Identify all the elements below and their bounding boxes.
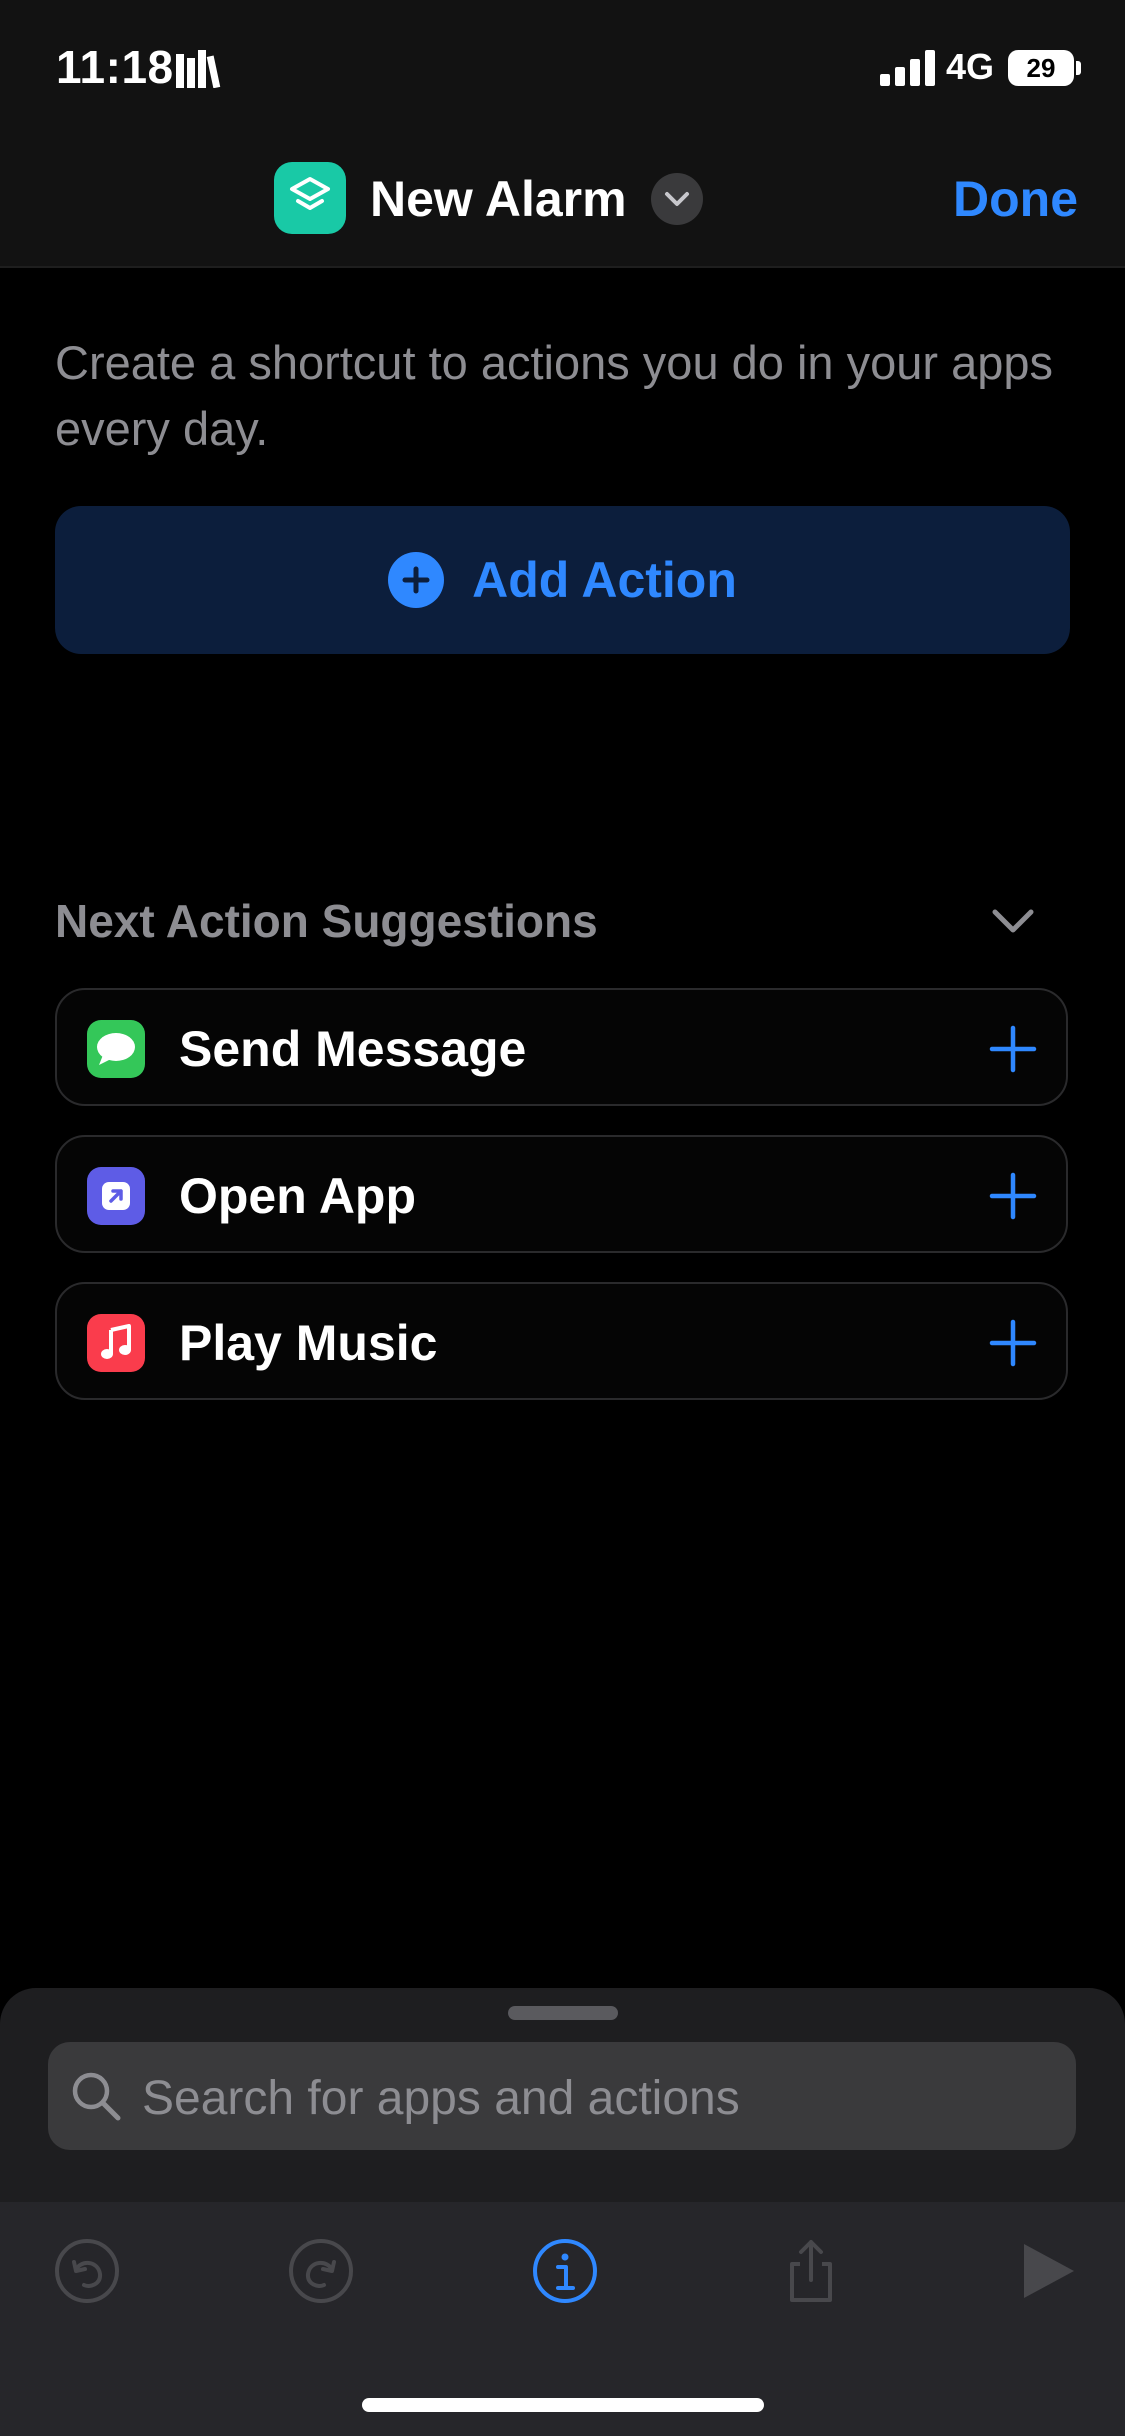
intro-text: Create a shortcut to actions you do in y… <box>55 336 1054 455</box>
title-menu-button[interactable] <box>651 173 703 225</box>
plus-icon[interactable] <box>988 1171 1038 1221</box>
music-icon <box>87 1314 145 1372</box>
suggestion-open-app[interactable]: Open App <box>55 1135 1068 1253</box>
network-type: 4G <box>946 46 995 87</box>
chevron-down-icon <box>665 192 689 206</box>
library-icon <box>176 50 221 88</box>
search-icon <box>72 2072 121 2121</box>
status-time: 11:18 <box>56 41 174 93</box>
suggestion-label: Play Music <box>179 1315 438 1371</box>
done-button[interactable]: Done <box>953 170 1078 228</box>
messages-icon <box>87 1020 145 1078</box>
chevron-down-icon[interactable] <box>990 904 1036 940</box>
shortcuts-glyph-icon <box>290 177 330 210</box>
info-icon[interactable] <box>530 2236 600 2306</box>
suggestion-play-music[interactable]: Play Music <box>55 1282 1068 1400</box>
add-action-label: Add Action <box>472 552 737 608</box>
redo-icon[interactable] <box>286 2236 356 2306</box>
signal-icon <box>880 50 935 86</box>
suggestion-send-message[interactable]: Send Message <box>55 988 1068 1106</box>
plus-icon[interactable] <box>988 1318 1038 1368</box>
share-icon[interactable] <box>776 2236 846 2306</box>
shortcut-title[interactable]: New Alarm <box>370 170 627 228</box>
plus-circle-icon <box>388 552 445 608</box>
suggestion-label: Open App <box>179 1168 417 1224</box>
suggestion-label: Send Message <box>179 1021 527 1077</box>
suggestions-header: Next Action Suggestions <box>55 895 598 947</box>
undo-icon[interactable] <box>52 2236 122 2306</box>
search-input[interactable] <box>140 2062 1044 2134</box>
shortcuts-icon[interactable] <box>274 162 346 234</box>
battery-icon: 29 <box>1008 50 1082 86</box>
home-indicator <box>362 2398 764 2412</box>
battery-level: 29 <box>1008 50 1074 86</box>
sheet-grabber[interactable] <box>508 2006 618 2020</box>
plus-icon[interactable] <box>988 1024 1038 1074</box>
open-app-icon <box>87 1167 145 1225</box>
add-action-button[interactable]: Add Action <box>55 506 1070 654</box>
play-icon[interactable] <box>1012 2236 1082 2306</box>
